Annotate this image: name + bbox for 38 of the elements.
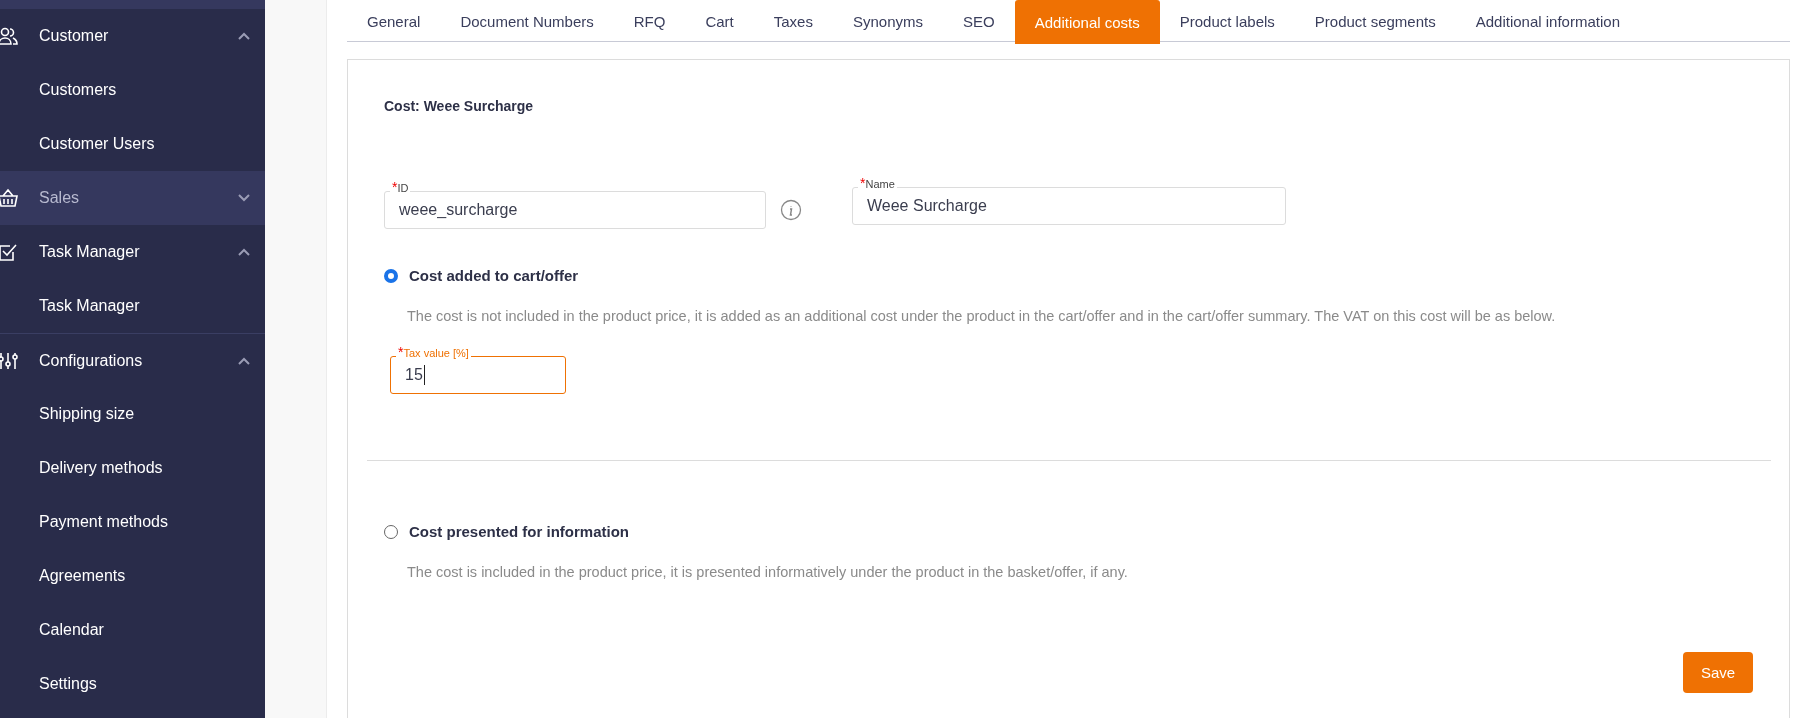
radio-button[interactable] <box>384 524 398 539</box>
sidebar-item[interactable]: Shipping size <box>0 387 265 441</box>
option-description: The cost is included in the product price, it is presented informatively under the product in the basket/offer, if any. <box>407 564 1129 580</box>
tab[interactable]: Taxes <box>753 0 833 42</box>
sidebar-item[interactable]: Customer Users <box>0 117 265 171</box>
sidebar-item[interactable]: Customers <box>0 63 265 117</box>
sidebar-group[interactable]: Customer <box>0 9 265 63</box>
tab[interactable]: Additional information <box>1455 0 1640 42</box>
sidebar-item[interactable]: Agreements <box>0 549 265 603</box>
option-label: Cost added to cart/offer <box>409 267 579 284</box>
text-field[interactable]: weee_surcharge <box>384 191 766 229</box>
form-title: Cost: Weee Surcharge <box>384 98 535 114</box>
sidebar-group[interactable]: Task Manager <box>0 225 265 279</box>
sidebar-item[interactable]: Task Manager <box>0 279 265 333</box>
tab[interactable]: General <box>347 0 441 42</box>
checkbox-icon <box>0 242 18 262</box>
sidebar-item[interactable]: Payment methods <box>0 495 265 549</box>
field-label: *Tax value [%] <box>396 346 471 360</box>
tab[interactable]: Cart <box>685 0 754 42</box>
basket-icon <box>0 188 18 208</box>
sidebar-item[interactable]: Settings <box>0 657 265 711</box>
tab[interactable]: Product segments <box>1294 0 1456 42</box>
sidebar-item[interactable]: Delivery methods <box>0 441 265 495</box>
tab[interactable]: Synonyms <box>832 0 943 42</box>
info-icon[interactable] <box>780 199 802 221</box>
text-field[interactable]: Weee Surcharge <box>852 187 1286 225</box>
radio-button[interactable] <box>384 268 398 283</box>
sidebar-group[interactable]: Sales <box>0 171 265 225</box>
tab[interactable]: RFQ <box>613 0 686 42</box>
sidebar-item[interactable]: Calendar <box>0 603 265 657</box>
users-icon <box>0 26 18 46</box>
field-label: *Name <box>858 177 897 191</box>
tab[interactable]: SEO <box>943 0 1015 42</box>
option-description: The cost is not included in the product price, it is added as an additional cost under the product in the cart/offer and in the cart/offer summary. The VAT on this cost will be as below. <box>407 308 1557 324</box>
tab[interactable]: Product labels <box>1159 0 1295 42</box>
field-label: *ID <box>390 181 411 195</box>
option-label: Cost presented for information <box>409 523 629 540</box>
tab[interactable]: Document Numbers <box>440 0 614 42</box>
